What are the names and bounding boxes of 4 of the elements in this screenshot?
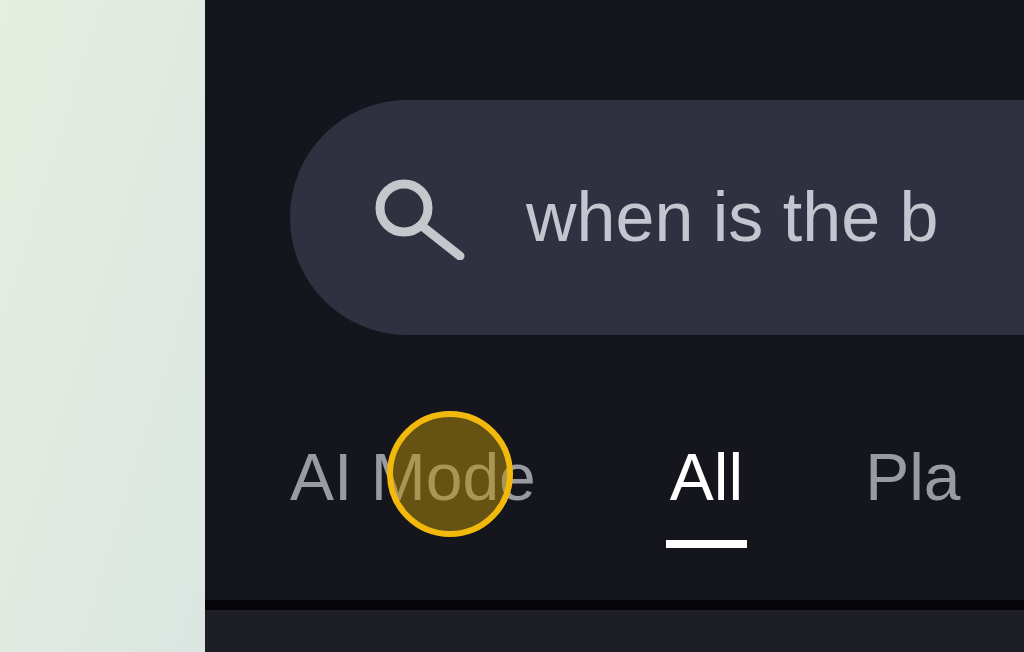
search-query: when is the b <box>526 177 939 258</box>
tab[interactable]: Pla <box>865 444 961 548</box>
search-field[interactable]: when is the b <box>290 100 1024 335</box>
tab[interactable]: All <box>665 444 748 548</box>
